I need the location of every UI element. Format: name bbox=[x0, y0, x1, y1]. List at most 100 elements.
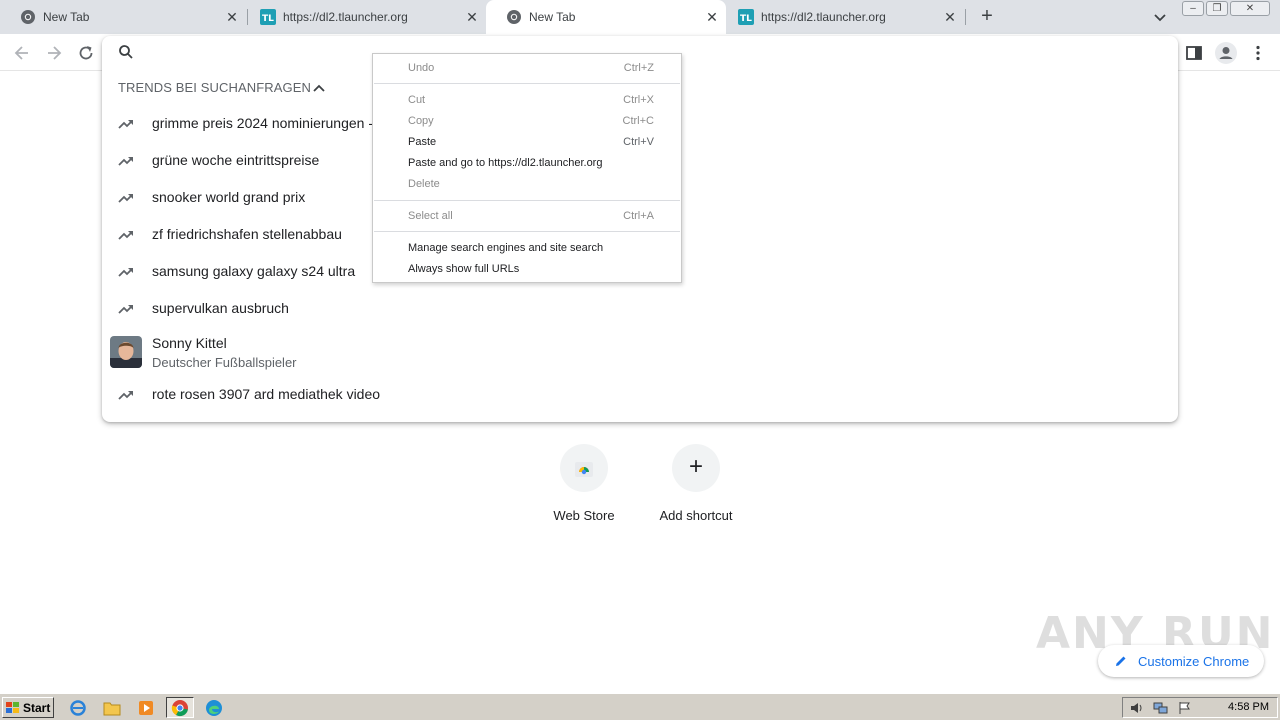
shortcut-web-store[interactable]: Web Store bbox=[528, 444, 640, 523]
menu-item-label: Cut bbox=[408, 94, 426, 106]
start-button[interactable]: Start bbox=[2, 697, 54, 718]
shortcut-tile: + bbox=[672, 444, 720, 492]
menu-item-label: Always show full URLs bbox=[408, 263, 520, 275]
entity-thumbnail bbox=[110, 336, 142, 368]
chevron-up-icon[interactable] bbox=[312, 81, 326, 95]
profile-avatar-icon[interactable] bbox=[1214, 41, 1238, 65]
entity-description: Deutscher Fußballspieler bbox=[152, 355, 297, 370]
tab-new-tab-1[interactable]: New Tab ✕ bbox=[0, 0, 246, 34]
tab-title: https://dl2.tlauncher.org bbox=[761, 10, 886, 24]
tab-close-icon[interactable]: ✕ bbox=[942, 9, 958, 25]
new-tab-button[interactable]: + bbox=[976, 6, 998, 28]
trending-icon bbox=[118, 305, 133, 314]
menu-item-label: Delete bbox=[408, 178, 440, 190]
tab-new-tab-active[interactable]: New Tab ✕ bbox=[486, 0, 726, 34]
menu-item-undo[interactable]: Undo Ctrl+Z bbox=[373, 58, 681, 79]
shortcut-tile bbox=[560, 444, 608, 492]
system-tray: 4:58 PM bbox=[1122, 697, 1278, 718]
taskbar-ie[interactable] bbox=[64, 697, 92, 718]
menu-item-always-show-full-urls[interactable]: Always show full URLs bbox=[373, 259, 681, 280]
taskbar-edge[interactable] bbox=[200, 697, 228, 718]
suggestion-text: grimme preis 2024 nominierungen - bbox=[152, 115, 373, 131]
tab-tlauncher-2[interactable]: TL https://dl2.tlauncher.org ✕ bbox=[718, 0, 964, 34]
trending-icon bbox=[118, 231, 133, 240]
restore-button[interactable]: ❐ bbox=[1206, 1, 1228, 16]
tlauncher-icon: TL bbox=[260, 9, 276, 25]
shortcut-label: Web Store bbox=[553, 508, 615, 523]
folder-icon bbox=[103, 702, 121, 715]
side-panel-icon[interactable] bbox=[1184, 43, 1204, 63]
search-icon bbox=[119, 45, 133, 59]
start-label: Start bbox=[23, 700, 51, 715]
menu-separator bbox=[374, 231, 680, 232]
tab-search-chevron-icon[interactable] bbox=[1152, 9, 1168, 25]
chrome-icon bbox=[21, 10, 35, 24]
menu-item-label: Manage search engines and site search bbox=[408, 242, 604, 254]
tab-separator bbox=[965, 9, 966, 25]
tab-close-icon[interactable]: ✕ bbox=[464, 9, 480, 25]
close-window-button[interactable]: ✕ bbox=[1230, 1, 1270, 16]
menu-separator bbox=[374, 200, 680, 201]
suggestion-item[interactable]: supervulkan ausbruch bbox=[102, 293, 1178, 327]
menu-item-shortcut: Ctrl+V bbox=[623, 136, 654, 148]
suggestion-text: grüne woche eintrittspreise bbox=[152, 152, 320, 168]
taskbar-explorer[interactable] bbox=[98, 697, 126, 718]
menu-item-shortcut: Ctrl+A bbox=[623, 210, 654, 222]
suggestion-text: snooker world grand prix bbox=[152, 189, 306, 205]
customize-chrome-button[interactable]: Customize Chrome bbox=[1098, 645, 1264, 677]
suggestion-item[interactable]: rote rosen 3907 ard mediathek video bbox=[102, 379, 1178, 413]
suggestion-text: supervulkan ausbruch bbox=[152, 300, 289, 316]
tab-title: New Tab bbox=[43, 10, 90, 24]
menu-item-manage-search-engines[interactable]: Manage search engines and site search bbox=[373, 238, 681, 259]
chrome-icon bbox=[507, 10, 521, 24]
reload-icon[interactable] bbox=[76, 43, 96, 63]
entity-suggestion[interactable]: Sonny Kittel Deutscher Fußballspieler bbox=[102, 332, 1178, 372]
forward-arrow-icon[interactable] bbox=[44, 43, 64, 63]
menu-item-shortcut: Ctrl+C bbox=[622, 115, 654, 127]
tab-title: https://dl2.tlauncher.org bbox=[283, 10, 408, 24]
menu-item-label: Select all bbox=[408, 210, 453, 222]
trends-header: TRENDS BEI SUCHANFRAGEN bbox=[118, 80, 311, 95]
kebab-menu-icon[interactable] bbox=[1248, 43, 1268, 63]
menu-item-paste[interactable]: Paste Ctrl+V bbox=[373, 132, 681, 153]
suggestion-text: samsung galaxy galaxy s24 ultra bbox=[152, 263, 356, 279]
menu-item-cut[interactable]: Cut Ctrl+X bbox=[373, 90, 681, 111]
trending-icon bbox=[118, 120, 133, 129]
taskbar-chrome[interactable] bbox=[166, 697, 194, 718]
svg-text:TL: TL bbox=[262, 14, 274, 24]
media-player-icon bbox=[139, 700, 153, 715]
trending-icon bbox=[118, 391, 133, 400]
shortcut-label: Add shortcut bbox=[659, 508, 733, 523]
svg-text:TL: TL bbox=[740, 14, 752, 24]
suggestion-text: rote rosen 3907 ard mediathek video bbox=[152, 386, 381, 402]
internet-explorer-icon bbox=[70, 699, 86, 716]
window-controls: ‒ ❐ ✕ bbox=[1182, 1, 1270, 16]
taskbar-media-player[interactable] bbox=[132, 697, 160, 718]
menu-item-label: Paste bbox=[408, 136, 437, 148]
menu-item-copy[interactable]: Copy Ctrl+C bbox=[373, 111, 681, 132]
tab-close-icon[interactable]: ✕ bbox=[224, 9, 240, 25]
customize-label: Customize Chrome bbox=[1138, 653, 1250, 669]
tab-tlauncher-1[interactable]: TL https://dl2.tlauncher.org ✕ bbox=[240, 0, 486, 34]
menu-item-select-all[interactable]: Select all Ctrl+A bbox=[373, 206, 681, 227]
trending-icon bbox=[118, 194, 133, 203]
address-input[interactable] bbox=[146, 40, 386, 64]
windows-logo-icon bbox=[6, 701, 19, 713]
menu-item-shortcut: Ctrl+Z bbox=[623, 62, 654, 74]
plus-icon: + bbox=[688, 453, 703, 480]
trending-icon bbox=[118, 268, 133, 277]
tab-strip: New Tab ✕ TL https://dl2.tlauncher.org ✕… bbox=[0, 0, 1280, 34]
shortcut-add[interactable]: + Add shortcut bbox=[640, 444, 752, 523]
windows-taskbar: Start 4:58 PM bbox=[0, 693, 1280, 720]
network-icon[interactable] bbox=[1153, 701, 1169, 715]
suggestion-text: zf friedrichshafen stellenabbau bbox=[152, 226, 342, 242]
menu-item-label: Undo bbox=[408, 62, 435, 74]
back-arrow-icon[interactable] bbox=[12, 43, 32, 63]
volume-icon[interactable] bbox=[1129, 701, 1145, 715]
trending-icon bbox=[118, 157, 133, 166]
action-center-flag-icon[interactable] bbox=[1177, 701, 1193, 715]
menu-item-paste-and-go[interactable]: Paste and go to https://dl2.tlauncher.or… bbox=[373, 153, 681, 174]
tab-title: New Tab bbox=[529, 10, 576, 24]
minimize-button[interactable]: ‒ bbox=[1182, 1, 1204, 16]
menu-item-delete[interactable]: Delete bbox=[373, 174, 681, 195]
